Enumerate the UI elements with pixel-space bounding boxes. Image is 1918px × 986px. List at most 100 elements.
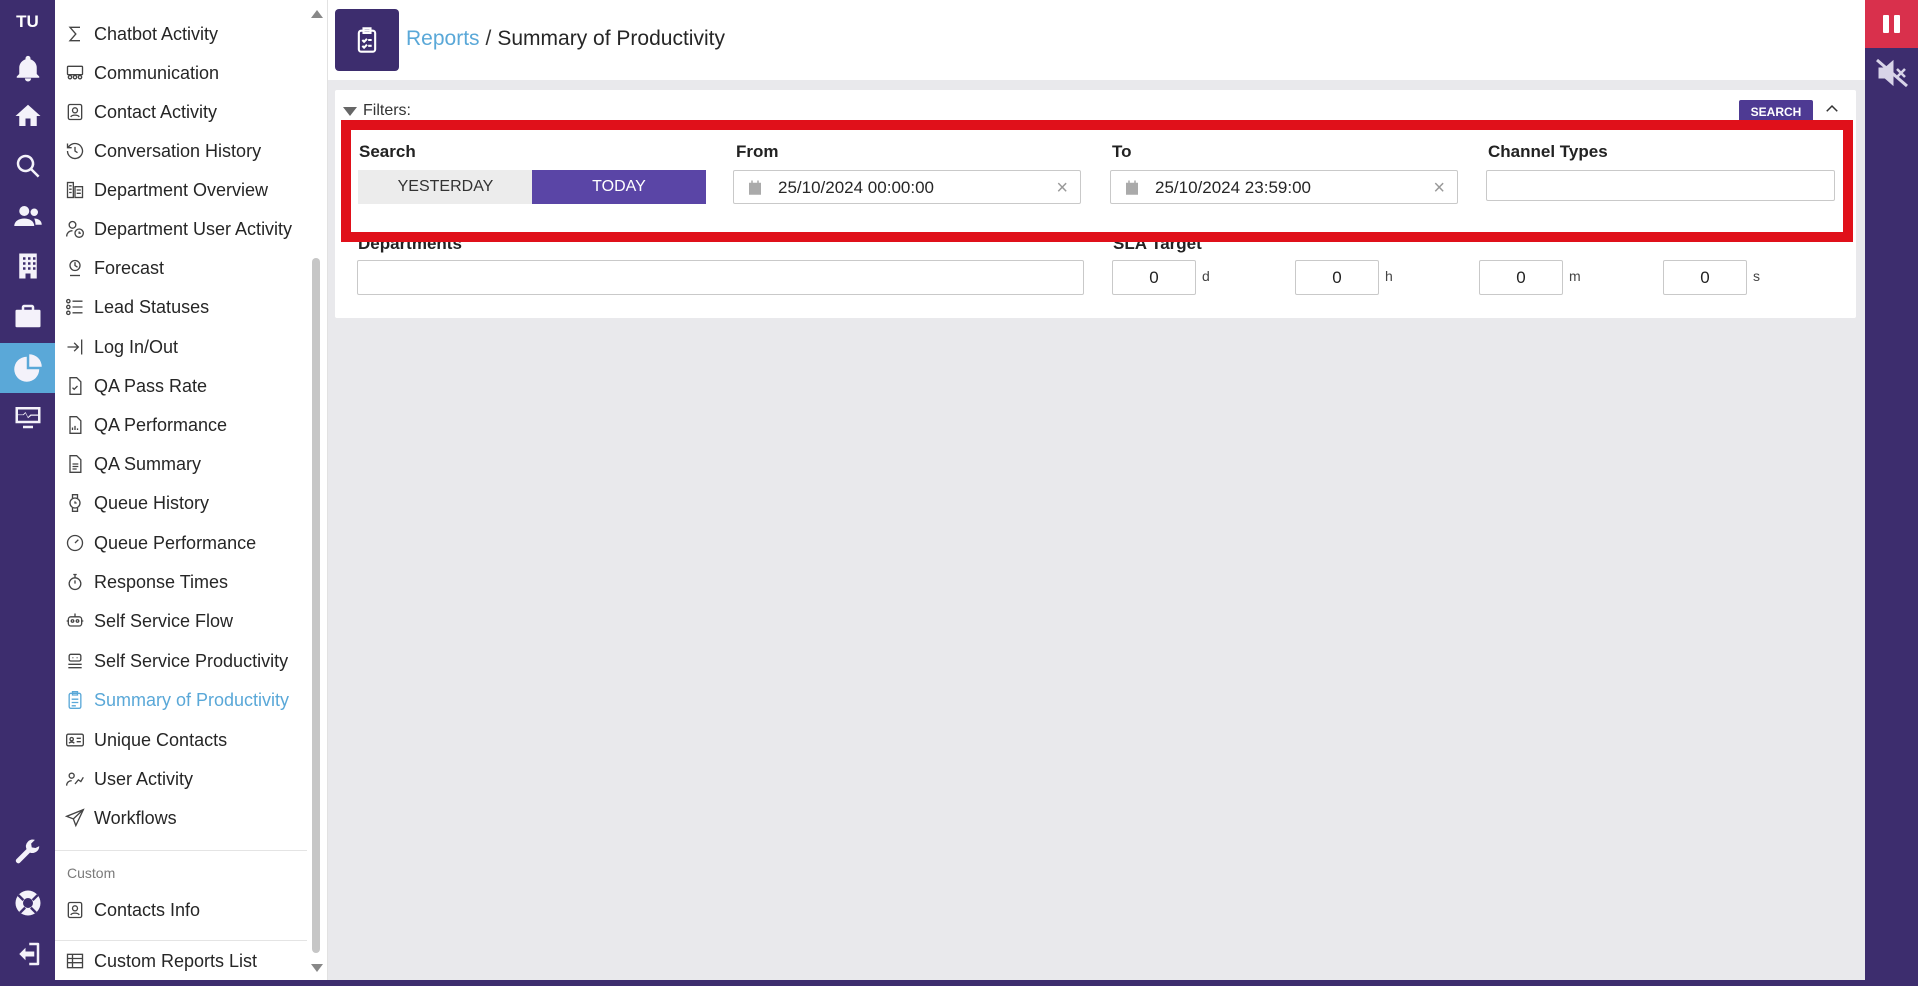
sidebar-item-queue-history[interactable]: Queue History <box>64 488 209 518</box>
to-date-value: 25/10/2024 23:59:00 <box>1155 178 1311 197</box>
sidebar-item-department-overview[interactable]: Department Overview <box>64 175 268 205</box>
clear-to-icon[interactable]: × <box>1433 177 1445 200</box>
login-icon <box>64 336 86 358</box>
breadcrumb: Reports / Summary of Productivity <box>406 27 725 51</box>
sidebar-item-contact-activity[interactable]: Contact Activity <box>64 97 217 127</box>
clipboard-icon <box>335 9 399 71</box>
sidebar-item-forecast[interactable]: Forecast <box>64 253 164 283</box>
breadcrumb-separator: / <box>485 27 492 50</box>
support-icon[interactable] <box>0 880 55 926</box>
muted-speaker-icon[interactable] <box>1875 58 1909 88</box>
sidebar-item-queue-performance[interactable]: Queue Performance <box>64 528 256 558</box>
sidebar-item-lead-statuses[interactable]: Lead Statuses <box>64 292 209 322</box>
sidebar-item-self-service-flow[interactable]: Self Service Flow <box>64 606 233 636</box>
watch-icon <box>64 492 86 514</box>
wrench-icon[interactable] <box>0 830 55 876</box>
clipboard-icon <box>64 689 86 711</box>
contact-card-icon <box>64 899 86 921</box>
pause-button[interactable] <box>1865 0 1918 48</box>
sidebar-item-contacts-info[interactable]: Contacts Info <box>64 895 200 925</box>
scrollbar-thumb[interactable] <box>312 258 320 953</box>
home-icon[interactable] <box>0 93 55 139</box>
right-rail <box>1865 0 1918 986</box>
channel-types-label: Channel Types <box>1488 142 1608 161</box>
sidebar-item-user-activity[interactable]: User Activity <box>64 764 193 794</box>
sidebar-item-qa-pass-rate[interactable]: QA Pass Rate <box>64 371 207 401</box>
sidebar-item-qa-performance[interactable]: QA Performance <box>64 410 227 440</box>
to-label: To <box>1112 142 1132 161</box>
reports-pie-icon[interactable] <box>0 343 55 393</box>
sidebar-item-response-times[interactable]: Response Times <box>64 567 228 597</box>
breadcrumb-reports-link[interactable]: Reports <box>406 27 480 50</box>
sla-minutes-input[interactable]: 0 <box>1479 260 1563 295</box>
clear-from-icon[interactable]: × <box>1056 177 1068 200</box>
bottom-border <box>0 980 1918 986</box>
departments-select[interactable] <box>357 260 1084 295</box>
chevron-up-icon[interactable] <box>1823 100 1843 120</box>
scroll-up-icon[interactable] <box>311 10 323 18</box>
history-icon <box>64 140 86 162</box>
channel-types-select[interactable] <box>1486 170 1835 201</box>
monitor-icon[interactable] <box>0 394 55 440</box>
sidebar-item-workflows[interactable]: Workflows <box>64 803 177 833</box>
robot-stack-icon <box>64 650 86 672</box>
sla-minutes-unit: m <box>1569 268 1581 284</box>
notifications-icon[interactable] <box>0 46 55 92</box>
id-card-icon <box>64 729 86 751</box>
page-title: Summary of Productivity <box>497 27 725 50</box>
sidebar-item-unique-contacts[interactable]: Unique Contacts <box>64 725 227 755</box>
reports-sidebar: Chatbot Activity Communication Contact A… <box>55 0 328 986</box>
stopwatch-icon <box>64 571 86 593</box>
calendar-icon <box>746 179 764 197</box>
sidebar-item-chatbot-activity[interactable]: Chatbot Activity <box>64 19 218 49</box>
sigma-icon <box>64 23 86 45</box>
group-icon <box>64 62 86 84</box>
sidebar-item-qa-summary[interactable]: QA Summary <box>64 449 201 479</box>
department-icon <box>64 179 86 201</box>
users-icon[interactable] <box>0 193 55 239</box>
sidebar-item-summary-of-productivity[interactable]: Summary of Productivity <box>64 685 289 715</box>
sla-days-unit: d <box>1202 268 1210 284</box>
forecast-icon <box>64 257 86 279</box>
file-check-icon <box>64 375 86 397</box>
building-icon[interactable] <box>0 243 55 289</box>
filters-toggle[interactable]: Filters: <box>343 102 411 120</box>
from-date-input[interactable]: 25/10/2024 00:00:00 × <box>733 170 1081 204</box>
sla-seconds-input[interactable]: 0 <box>1663 260 1747 295</box>
file-chart-icon <box>64 414 86 436</box>
page-header: Reports / Summary of Productivity <box>328 0 1865 80</box>
sidebar-item-self-service-productivity[interactable]: Self Service Productivity <box>64 646 288 676</box>
today-button[interactable]: TODAY <box>532 170 706 204</box>
send-icon <box>64 807 86 829</box>
user-clock-icon <box>64 218 86 240</box>
sla-hours-unit: h <box>1385 268 1393 284</box>
left-rail: TU <box>0 0 55 986</box>
file-text-icon <box>64 453 86 475</box>
to-date-input[interactable]: 25/10/2024 23:59:00 × <box>1110 170 1458 204</box>
sla-seconds-unit: s <box>1753 268 1760 284</box>
sidebar-item-custom-reports-list[interactable]: Custom Reports List <box>64 946 257 976</box>
pause-icon <box>1883 15 1900 33</box>
sidebar-item-communication[interactable]: Communication <box>64 58 219 88</box>
custom-section-label: Custom <box>67 865 116 881</box>
sidebar-item-department-user-activity[interactable]: Department User Activity <box>64 214 292 244</box>
from-label: From <box>736 142 779 161</box>
from-date-value: 25/10/2024 00:00:00 <box>778 178 934 197</box>
search-icon[interactable] <box>0 143 55 189</box>
contact-card-icon <box>64 101 86 123</box>
sla-hours-input[interactable]: 0 <box>1295 260 1379 295</box>
sidebar-divider <box>55 940 307 941</box>
sla-days-input[interactable]: 0 <box>1112 260 1196 295</box>
sidebar-item-log-in-out[interactable]: Log In/Out <box>64 332 178 362</box>
user-initials[interactable]: TU <box>0 12 55 32</box>
sidebar-item-conversation-history[interactable]: Conversation History <box>64 136 261 166</box>
sidebar-divider <box>55 850 307 851</box>
logout-icon[interactable] <box>0 931 55 977</box>
robot-icon <box>64 610 86 632</box>
search-label: Search <box>359 142 416 161</box>
list-users-icon <box>64 296 86 318</box>
yesterday-button[interactable]: YESTERDAY <box>358 170 533 204</box>
briefcase-icon[interactable] <box>0 293 55 339</box>
filters-panel: Filters: SEARCH Departments SLA Target 0… <box>335 90 1856 318</box>
scroll-down-icon[interactable] <box>311 964 323 972</box>
